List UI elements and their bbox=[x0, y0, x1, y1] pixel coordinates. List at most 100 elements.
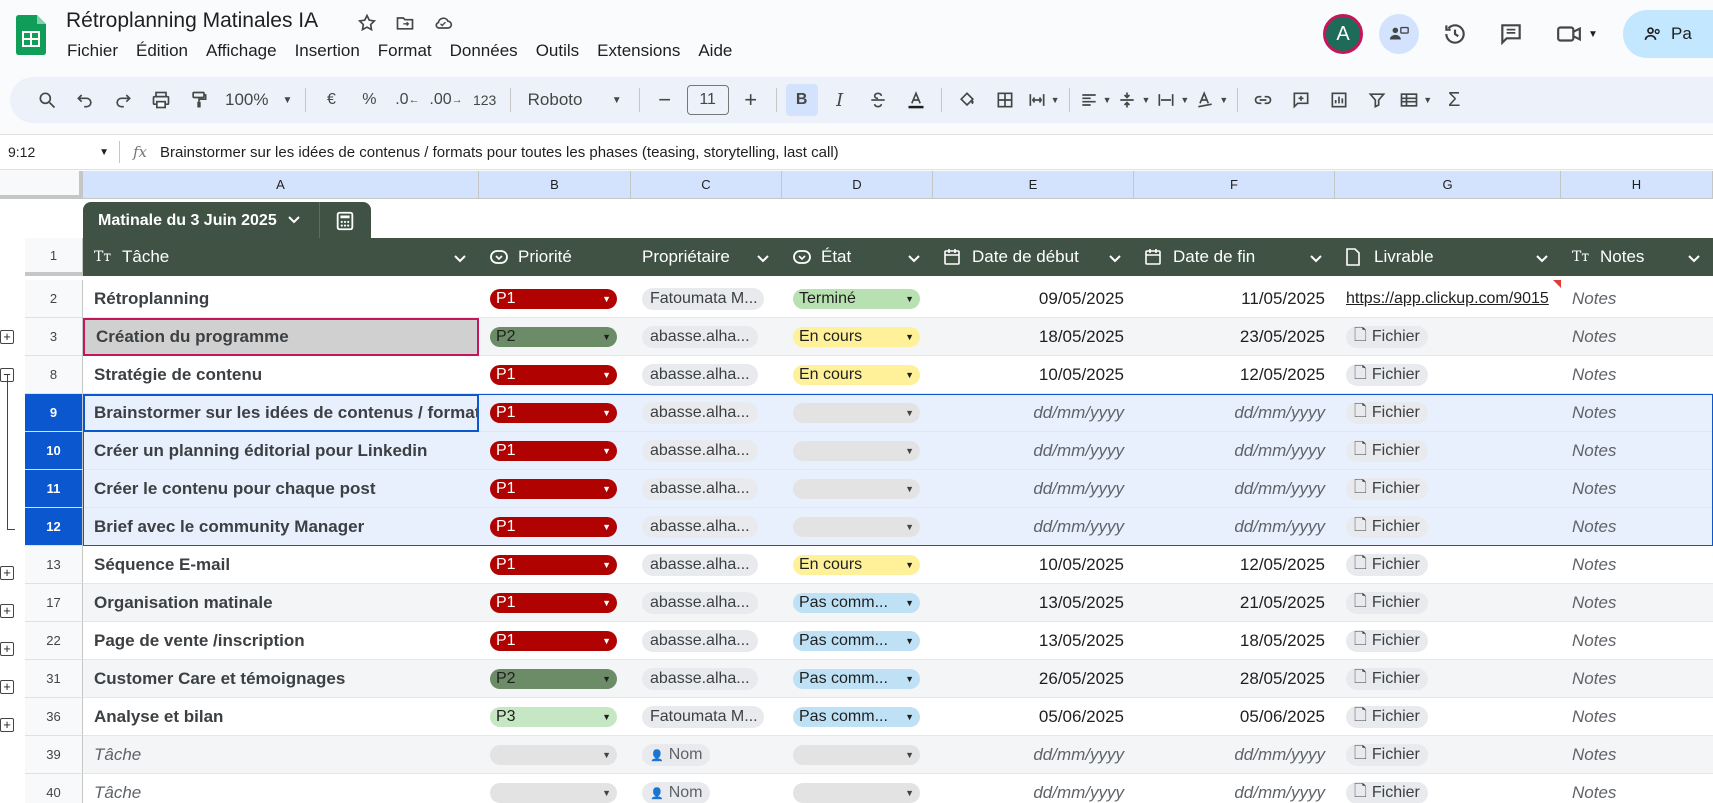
end-date-cell[interactable]: 18/05/2025 bbox=[1134, 622, 1335, 660]
zoom-select[interactable]: 100% ▼ bbox=[221, 84, 296, 116]
notes-cell[interactable]: Notes bbox=[1561, 394, 1713, 432]
end-date-cell[interactable]: 12/05/2025 bbox=[1134, 546, 1335, 584]
notes-cell[interactable]: Notes bbox=[1561, 736, 1713, 774]
name-box[interactable]: 9:12 ▼ bbox=[0, 141, 120, 163]
row-number[interactable]: 31 bbox=[25, 660, 83, 698]
row-number[interactable]: 1 bbox=[25, 238, 83, 276]
status-cell[interactable]: En cours ▼ bbox=[782, 318, 933, 356]
priority-chip[interactable]: P1 ▼ bbox=[490, 479, 617, 499]
horizontal-align-icon[interactable]: ▼ bbox=[1079, 84, 1111, 116]
file-chip[interactable]: 🗋 Fichier bbox=[1346, 592, 1428, 614]
priority-cell[interactable]: P1 ▼ bbox=[479, 546, 631, 584]
row-number[interactable]: 11 bbox=[25, 470, 83, 508]
end-date-cell[interactable]: 11/05/2025 bbox=[1134, 280, 1335, 318]
select-all-corner[interactable] bbox=[0, 171, 83, 199]
end-date-cell[interactable]: dd/mm/yyyy bbox=[1134, 508, 1335, 546]
status-chip[interactable]: ▼ bbox=[793, 783, 920, 803]
column-header-c[interactable]: C bbox=[631, 171, 782, 199]
status-cell[interactable]: ▼ bbox=[782, 432, 933, 470]
column-header-h[interactable]: H bbox=[1561, 171, 1713, 199]
deliverable-cell[interactable]: 🗋 Fichier bbox=[1335, 394, 1561, 432]
deliverable-cell[interactable]: 🗋 Fichier bbox=[1335, 660, 1561, 698]
task-cell[interactable]: Tâche bbox=[83, 774, 479, 803]
priority-chip[interactable]: P3 ▼ bbox=[490, 707, 617, 727]
task-cell[interactable]: Tâche bbox=[83, 736, 479, 774]
priority-chip[interactable]: P1 ▼ bbox=[490, 403, 617, 423]
owner-chip[interactable]: abasse.alha... bbox=[642, 326, 758, 348]
priority-cell[interactable]: P1 ▼ bbox=[479, 356, 631, 394]
notes-cell[interactable]: Notes bbox=[1561, 470, 1713, 508]
decrease-font-size-button[interactable]: − bbox=[649, 84, 681, 116]
owner-chip[interactable]: abasse.alha... bbox=[642, 516, 758, 538]
end-date-cell[interactable]: 28/05/2025 bbox=[1134, 660, 1335, 698]
deliverable-cell[interactable]: 🗋 Fichier bbox=[1335, 432, 1561, 470]
table-calculator-icon[interactable] bbox=[318, 202, 371, 240]
star-icon[interactable] bbox=[356, 12, 378, 34]
vertical-align-icon[interactable]: ▼ bbox=[1117, 84, 1150, 116]
end-date-cell[interactable]: dd/mm/yyyy bbox=[1134, 394, 1335, 432]
column-menu-chevron-icon[interactable] bbox=[756, 249, 770, 269]
menu-format[interactable]: Format bbox=[369, 40, 441, 62]
owner-chip[interactable]: abasse.alha... bbox=[642, 478, 758, 500]
deliverable-cell[interactable]: 🗋 Fichier bbox=[1335, 622, 1561, 660]
start-date-cell[interactable]: dd/mm/yyyy bbox=[933, 774, 1134, 803]
menu-edition[interactable]: Édition bbox=[127, 40, 197, 62]
status-chip[interactable]: Pas comm... ▼ bbox=[793, 631, 920, 651]
owner-chip[interactable]: abasse.alha... bbox=[642, 402, 758, 424]
header-notes[interactable]: Tт Notes bbox=[1561, 238, 1713, 276]
status-cell[interactable]: En cours ▼ bbox=[782, 356, 933, 394]
notes-cell[interactable]: Notes bbox=[1561, 774, 1713, 803]
menu-aide[interactable]: Aide bbox=[689, 40, 741, 62]
status-chip[interactable]: Pas comm... ▼ bbox=[793, 707, 920, 727]
deliverable-cell[interactable]: https://app.clickup.com/9015 bbox=[1335, 280, 1561, 318]
expand-group-button[interactable]: + bbox=[0, 604, 14, 618]
status-cell[interactable]: Pas comm... ▼ bbox=[782, 622, 933, 660]
deliverable-link[interactable]: https://app.clickup.com/9015 bbox=[1346, 290, 1549, 308]
row-number[interactable]: 40 bbox=[25, 774, 83, 803]
file-chip[interactable]: 🗋 Fichier bbox=[1346, 478, 1428, 500]
deliverable-cell[interactable]: 🗋 Fichier bbox=[1335, 774, 1561, 803]
deliverable-cell[interactable]: 🗋 Fichier bbox=[1335, 546, 1561, 584]
file-chip[interactable]: 🗋 Fichier bbox=[1346, 440, 1428, 462]
priority-chip[interactable]: P1 ▼ bbox=[490, 631, 617, 651]
menu-outils[interactable]: Outils bbox=[527, 40, 588, 62]
status-cell[interactable]: ▼ bbox=[782, 774, 933, 803]
task-cell[interactable]: Analyse et bilan bbox=[83, 698, 479, 736]
italic-button[interactable]: I bbox=[824, 84, 856, 116]
expand-group-button[interactable]: + bbox=[0, 566, 14, 580]
priority-chip[interactable]: P1 ▼ bbox=[490, 365, 617, 385]
priority-cell[interactable]: ▼ bbox=[479, 774, 631, 803]
borders-icon[interactable] bbox=[989, 84, 1021, 116]
column-menu-chevron-icon[interactable] bbox=[907, 249, 921, 269]
notes-cell[interactable]: Notes bbox=[1561, 546, 1713, 584]
owner-cell[interactable]: abasse.alha... bbox=[631, 546, 782, 584]
meet-icon[interactable]: ▼ bbox=[1547, 14, 1607, 54]
status-cell[interactable]: ▼ bbox=[782, 470, 933, 508]
priority-cell[interactable]: P1 ▼ bbox=[479, 432, 631, 470]
priority-chip[interactable]: P1 ▼ bbox=[490, 289, 617, 309]
column-menu-chevron-icon[interactable] bbox=[1309, 249, 1323, 269]
deliverable-cell[interactable]: 🗋 Fichier bbox=[1335, 698, 1561, 736]
row-number[interactable]: 36 bbox=[25, 698, 83, 736]
menu-fichier[interactable]: Fichier bbox=[58, 40, 127, 62]
start-date-cell[interactable]: dd/mm/yyyy bbox=[933, 470, 1134, 508]
priority-cell[interactable]: P3 ▼ bbox=[479, 698, 631, 736]
text-rotation-icon[interactable]: ▼ bbox=[1195, 84, 1228, 116]
status-cell[interactable]: En cours ▼ bbox=[782, 546, 933, 584]
status-cell[interactable]: ▼ bbox=[782, 394, 933, 432]
priority-cell[interactable]: ▼ bbox=[479, 736, 631, 774]
document-title[interactable]: Rétroplanning Matinales IA bbox=[66, 9, 318, 33]
undo-icon[interactable] bbox=[69, 84, 101, 116]
status-cell[interactable]: ▼ bbox=[782, 508, 933, 546]
row-number[interactable]: 9 bbox=[25, 394, 83, 432]
bold-button[interactable]: B bbox=[785, 84, 818, 116]
owner-chip[interactable]: abasse.alha... bbox=[642, 364, 758, 386]
text-color-icon[interactable] bbox=[900, 84, 932, 116]
owner-cell[interactable]: 👤 Nom bbox=[631, 774, 782, 803]
start-date-cell[interactable]: 09/05/2025 bbox=[933, 280, 1134, 318]
filter-icon[interactable] bbox=[1361, 84, 1393, 116]
deliverable-cell[interactable]: 🗋 Fichier bbox=[1335, 584, 1561, 622]
expand-group-button[interactable]: + bbox=[0, 642, 14, 656]
row-number[interactable]: 10 bbox=[25, 432, 83, 470]
owner-cell[interactable]: abasse.alha... bbox=[631, 432, 782, 470]
